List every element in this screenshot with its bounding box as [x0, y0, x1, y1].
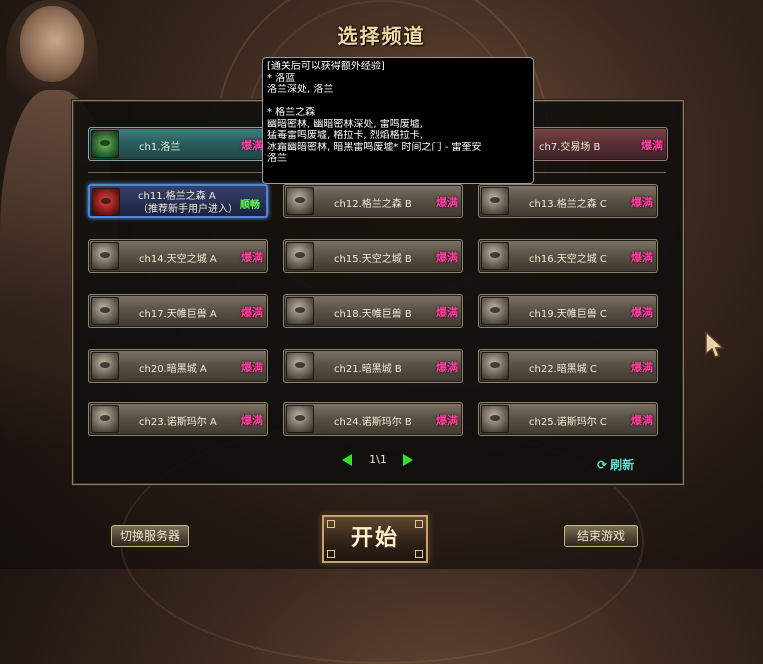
channel-status: 爆满: [631, 196, 653, 209]
refresh-button[interactable]: ⟳ 刷新: [597, 456, 634, 473]
corner-ornament: [327, 550, 335, 558]
channel-status: 爆满: [241, 306, 263, 319]
tooltip-line: 冰霜幽暗密林, 暗黑雷鸣废墟* 时间之门 - 雷奎安: [267, 141, 482, 153]
channel-button-ch15[interactable]: ch15.天空之城 B 爆满: [283, 239, 463, 273]
monster-icon: [286, 297, 314, 325]
channel-name: ch18.天帷巨兽 B: [334, 309, 412, 320]
channel-button-ch16[interactable]: ch16.天空之城 C 爆满: [478, 239, 658, 273]
channel-status: 爆满: [436, 251, 458, 264]
monster-icon: [481, 242, 509, 270]
monster-icon: [286, 187, 314, 215]
corner-ornament: [415, 550, 423, 558]
channel-button-ch24[interactable]: ch24.诺斯玛尔 B 爆满: [283, 402, 463, 436]
tooltip-line: 洛兰: [267, 153, 287, 164]
channel-name: ch1.洛兰: [139, 142, 181, 153]
channel-status: 爆满: [631, 361, 653, 374]
channel-status: 爆满: [641, 139, 663, 152]
hand-cursor-icon: [705, 330, 725, 358]
channel-name: ch16.天空之城 C: [529, 254, 607, 265]
channel-status: 爆满: [241, 251, 263, 264]
channel-name: ch14.天空之城 A: [139, 254, 217, 265]
next-page-arrow-icon[interactable]: [403, 454, 413, 466]
channel-name: ch25.诺斯玛尔 C: [529, 417, 607, 428]
channel-recommend-note: （推荐新手用户进入）: [138, 204, 238, 215]
monster-icon: [481, 187, 509, 215]
channel-button-ch18[interactable]: ch18.天帷巨兽 B 爆满: [283, 294, 463, 328]
tooltip-line: [267, 96, 529, 108]
channel-name: ch12.格兰之森 B: [334, 199, 412, 210]
page-title: 选择频道: [337, 24, 426, 48]
channel-name-line: ch11.格兰之森 A: [138, 191, 216, 202]
corner-ornament: [327, 520, 335, 528]
plant-icon: [91, 130, 119, 158]
channel-button-ch21[interactable]: ch21.暗黑城 B 爆满: [283, 349, 463, 383]
channel-status: 爆满: [631, 414, 653, 427]
channel-button-ch13[interactable]: ch13.格兰之森 C 爆满: [478, 184, 658, 218]
channel-name: ch15.天空之城 B: [334, 254, 412, 265]
channel-button-ch23[interactable]: ch23.诺斯玛尔 A 爆满: [88, 402, 268, 436]
page-indicator: 1\1: [369, 453, 387, 466]
tooltip-line: [通关后可以获得额外经验]: [267, 61, 385, 72]
channel-button-ch22[interactable]: ch22.暗黑城 C 爆满: [478, 349, 658, 383]
channel-status: 爆满: [631, 306, 653, 319]
channel-name: ch20.暗黑城 A: [139, 364, 207, 375]
channel-status: 爆满: [436, 361, 458, 374]
tooltip-line: 洛兰深处, 洛兰: [267, 84, 334, 95]
channel-status: 爆满: [241, 361, 263, 374]
channel-status: 爆满: [436, 306, 458, 319]
tooltip-line: 猛毒雷鸣废墟, 格拉卡, 烈焰格拉卡,: [267, 130, 423, 141]
channel-button-ch1[interactable]: ch1.洛兰 爆满: [88, 127, 268, 161]
exit-game-button[interactable]: 结束游戏: [564, 525, 638, 547]
channel-status: 顺畅: [240, 200, 260, 211]
channel-name: ch7.交易场 B: [539, 142, 601, 153]
monster-icon: [91, 297, 119, 325]
channel-name: ch13.格兰之森 C: [529, 199, 607, 210]
channel-status: 爆满: [631, 251, 653, 264]
channel-name: ch23.诺斯玛尔 A: [139, 417, 217, 428]
channel-status: 爆满: [436, 196, 458, 209]
monster-icon: [91, 405, 119, 433]
pager: 1\1: [340, 452, 415, 468]
channel-status: 爆满: [241, 139, 263, 152]
channel-name: ch24.诺斯玛尔 B: [334, 417, 412, 428]
refresh-label: 刷新: [610, 458, 635, 472]
channel-name: ch11.格兰之森 A （推荐新手用户进入）: [138, 190, 238, 216]
start-button[interactable]: 开始: [322, 515, 428, 563]
monster-icon: [91, 352, 119, 380]
monster-icon: [481, 352, 509, 380]
channel-status: 爆满: [241, 414, 263, 427]
channel-button-ch11[interactable]: ch11.格兰之森 A （推荐新手用户进入） 顺畅: [88, 184, 268, 218]
tooltip-line: 幽暗密林, 幽暗密林深处, 雷鸣废墟,: [267, 118, 423, 130]
start-label: 开始: [350, 526, 399, 551]
monster-icon: [481, 405, 509, 433]
refresh-icon: ⟳: [597, 458, 608, 472]
channel-name: ch22.暗黑城 C: [529, 364, 597, 375]
channel-button-ch14[interactable]: ch14.天空之城 A 爆满: [88, 239, 268, 273]
monster-icon: [481, 297, 509, 325]
monster-icon: [91, 242, 119, 270]
prev-page-arrow-icon[interactable]: [342, 454, 352, 466]
monster-icon: [286, 405, 314, 433]
channel-button-ch17[interactable]: ch17.天帷巨兽 A 爆满: [88, 294, 268, 328]
switch-server-button[interactable]: 切换服务器: [111, 525, 189, 547]
monster-icon: [286, 242, 314, 270]
corner-ornament: [415, 520, 423, 528]
channel-name: ch21.暗黑城 B: [334, 364, 402, 375]
channel-name: ch19.天帷巨兽 C: [529, 309, 607, 320]
channel-status: 爆满: [436, 414, 458, 427]
channel-button-ch20[interactable]: ch20.暗黑城 A 爆满: [88, 349, 268, 383]
channel-button-ch19[interactable]: ch19.天帷巨兽 C 爆满: [478, 294, 658, 328]
channel-tooltip: [通关后可以获得额外经验] * 洛蓝 洛兰深处, 洛兰 * 格兰之森 幽暗密林, 幽暗密…: [262, 57, 534, 184]
monster-icon: [286, 352, 314, 380]
channel-button-ch12[interactable]: ch12.格兰之森 B 爆满: [283, 184, 463, 218]
red-flower-icon: [92, 188, 120, 216]
channel-button-ch25[interactable]: ch25.诺斯玛尔 C 爆满: [478, 402, 658, 436]
tooltip-line: * 洛蓝: [267, 72, 296, 84]
tooltip-line: * 格兰之森: [267, 107, 316, 118]
channel-name: ch17.天帷巨兽 A: [139, 309, 217, 320]
